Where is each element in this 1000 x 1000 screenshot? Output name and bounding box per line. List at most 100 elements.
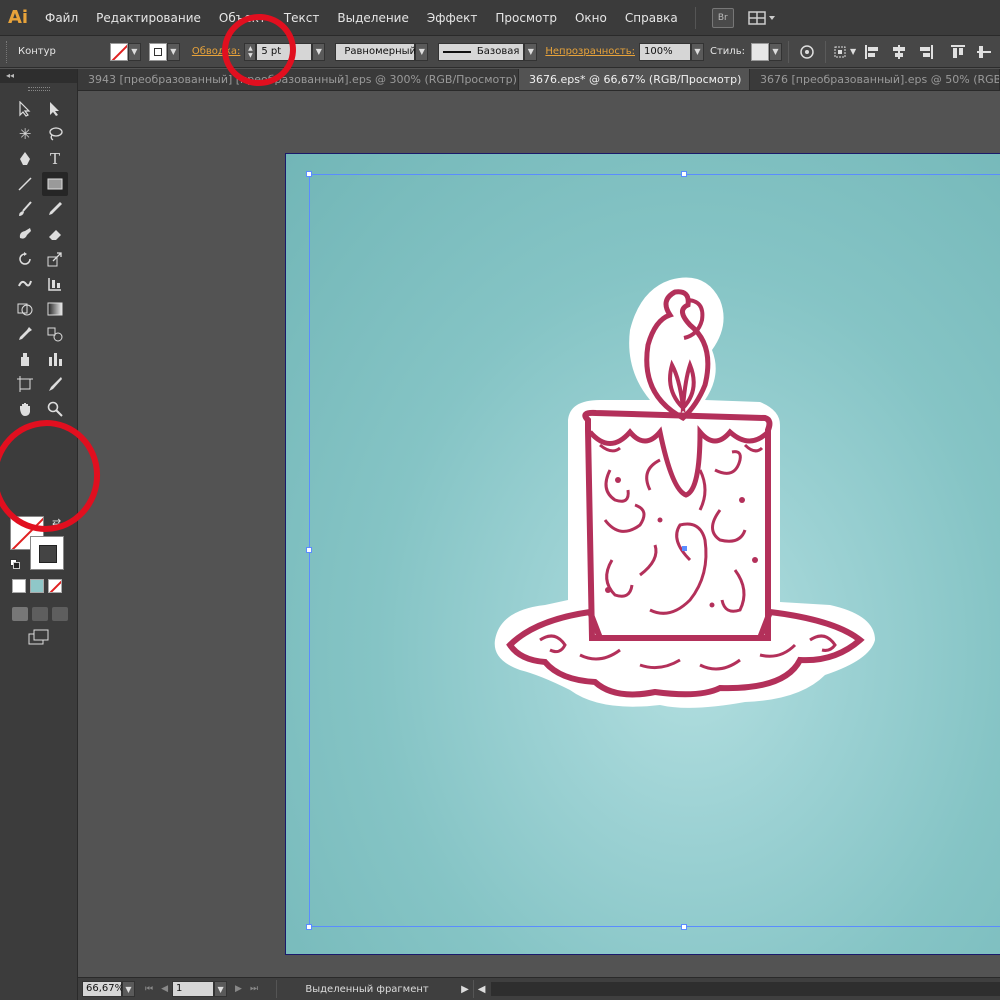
resize-handle-bottom-center[interactable] bbox=[681, 924, 687, 930]
panel-grip bbox=[27, 87, 50, 91]
previous-artboard-icon[interactable]: ◀ bbox=[161, 984, 168, 994]
artboard-number-field[interactable]: 1 bbox=[172, 981, 215, 997]
warp-tool-icon[interactable] bbox=[12, 272, 38, 296]
type-tool-icon[interactable]: T bbox=[42, 147, 68, 171]
gradient-tool-icon[interactable] bbox=[42, 297, 68, 321]
brush-value: Базовая bbox=[476, 46, 520, 57]
blob-brush-tool-icon[interactable] bbox=[12, 222, 38, 246]
tab-document-3676[interactable]: 3676.eps* @ 66,67% (RGB/Просмотр) × bbox=[519, 69, 750, 90]
line-segment-tool-icon[interactable] bbox=[12, 172, 38, 196]
next-artboard-icon[interactable]: ▶ bbox=[235, 984, 242, 994]
menu-select[interactable]: Выделение bbox=[328, 11, 417, 25]
zoom-dropdown[interactable]: ▼ bbox=[122, 981, 135, 997]
chevron-down-icon: ▼ bbox=[415, 42, 429, 61]
symbol-sprayer-tool-icon[interactable] bbox=[12, 347, 38, 371]
opacity-field[interactable]: 100% bbox=[639, 42, 691, 61]
menu-view[interactable]: Просмотр bbox=[486, 11, 566, 25]
chevron-down-icon: ▼ bbox=[524, 42, 538, 61]
none-mode-button[interactable] bbox=[48, 579, 62, 593]
horizontal-scrollbar[interactable] bbox=[491, 982, 1000, 996]
resize-handle-bottom-left[interactable] bbox=[306, 924, 312, 930]
eraser-tool-icon[interactable] bbox=[42, 222, 68, 246]
chevron-down-icon: ▼ bbox=[166, 42, 180, 61]
align-middle-icon[interactable] bbox=[977, 45, 993, 59]
color-mode-buttons bbox=[12, 579, 62, 593]
bridge-button[interactable]: Br bbox=[711, 7, 734, 28]
fill-color-picker[interactable]: ▼ bbox=[109, 42, 141, 61]
pen-tool-icon[interactable] bbox=[12, 147, 38, 171]
menu-window[interactable]: Окно bbox=[566, 11, 616, 25]
draw-normal-icon[interactable] bbox=[12, 607, 28, 621]
align-center-icon[interactable] bbox=[891, 44, 907, 59]
chevron-down-icon: ▼ bbox=[127, 42, 141, 61]
menu-help[interactable]: Справка bbox=[616, 11, 687, 25]
draw-inside-icon[interactable] bbox=[52, 607, 68, 621]
zoom-field[interactable]: 66,67% bbox=[82, 981, 124, 997]
blend-tool-icon[interactable] bbox=[42, 322, 68, 346]
magic-wand-tool-icon[interactable]: ✳ bbox=[12, 122, 38, 146]
menu-edit[interactable]: Редактирование bbox=[87, 11, 210, 25]
control-panel: Контур ▼ ▼ Обводка: ▲ ▼ 5 pt ▼ Равномерны… bbox=[0, 36, 1000, 68]
drawing-modes bbox=[12, 607, 68, 621]
selection-tool-icon[interactable] bbox=[12, 97, 38, 121]
color-mode-button[interactable] bbox=[12, 579, 26, 593]
stroke-weight-dropdown[interactable]: ▼ bbox=[312, 42, 326, 61]
stroke-color-picker[interactable]: ▼ bbox=[148, 42, 180, 61]
status-menu-arrow-icon[interactable]: ▶ bbox=[461, 984, 469, 995]
tab-title: 3676 [преобразованный].eps @ 50% (RGB/Пр… bbox=[760, 73, 999, 86]
variable-width-profile-select[interactable]: Равномерный bbox=[335, 42, 417, 61]
align-left-icon[interactable] bbox=[865, 44, 881, 59]
scroll-left-icon[interactable]: ◀ bbox=[478, 984, 486, 995]
resize-handle-top-center[interactable] bbox=[681, 171, 687, 177]
default-fill-stroke-icon[interactable] bbox=[10, 559, 21, 570]
transform-reference-icon[interactable] bbox=[832, 44, 850, 60]
lasso-tool-icon[interactable] bbox=[42, 122, 68, 146]
status-info-text: Выделенный фрагмент bbox=[305, 983, 429, 995]
free-transform-tool-icon[interactable] bbox=[42, 272, 68, 296]
direct-selection-tool-icon[interactable] bbox=[42, 97, 68, 121]
fill-none-swatch bbox=[109, 42, 128, 61]
paintbrush-tool-icon[interactable] bbox=[12, 197, 38, 221]
artboard-dropdown[interactable]: ▼ bbox=[214, 981, 228, 997]
rectangle-tool-icon[interactable] bbox=[42, 172, 68, 196]
tab-document-3676-converted[interactable]: 3676 [преобразованный].eps @ 50% (RGB/Пр… bbox=[750, 69, 1000, 90]
zoom-tool-icon[interactable] bbox=[42, 397, 68, 421]
gradient-mode-button[interactable] bbox=[30, 579, 44, 593]
pencil-tool-icon[interactable] bbox=[42, 197, 68, 221]
scale-tool-icon[interactable] bbox=[42, 247, 68, 271]
canvas-area[interactable] bbox=[78, 92, 1000, 976]
screen-mode-icon[interactable] bbox=[28, 629, 50, 648]
resize-handle-middle-left[interactable] bbox=[306, 547, 312, 553]
eyedropper-tool-icon[interactable] bbox=[12, 322, 38, 346]
hand-tool-icon[interactable] bbox=[12, 397, 38, 421]
slice-tool-icon[interactable] bbox=[42, 372, 68, 396]
last-artboard-icon[interactable]: ⏭ bbox=[250, 984, 258, 994]
first-artboard-icon[interactable]: ⏮ bbox=[145, 984, 153, 994]
align-right-icon[interactable] bbox=[917, 44, 934, 59]
arrange-documents-button[interactable] bbox=[746, 8, 780, 28]
app-logo: Ai bbox=[7, 7, 29, 28]
shape-builder-tool-icon[interactable] bbox=[12, 297, 38, 321]
rotate-tool-icon[interactable] bbox=[12, 247, 38, 271]
menu-effect[interactable]: Эффект bbox=[418, 11, 487, 25]
opacity-panel-link[interactable]: Непрозрачность: bbox=[545, 46, 635, 57]
recolor-artwork-icon[interactable] bbox=[799, 44, 815, 60]
stroke-swatch bbox=[148, 42, 167, 61]
brush-definition-select[interactable]: Базовая bbox=[438, 42, 525, 61]
arrange-icon bbox=[748, 10, 775, 25]
opacity-dropdown[interactable]: ▼ bbox=[691, 42, 704, 61]
artboard-tool-icon[interactable] bbox=[12, 372, 38, 396]
tools-panel-collapse[interactable]: ◂◂ bbox=[0, 69, 77, 83]
resize-handle-top-left[interactable] bbox=[306, 171, 312, 177]
document-tabs: 3943 [преобразованный] [преобразованный]… bbox=[78, 69, 1000, 91]
align-top-icon[interactable] bbox=[951, 44, 967, 59]
tab-document-3943[interactable]: 3943 [преобразованный] [преобразованный]… bbox=[78, 69, 519, 90]
stroke-swatch[interactable] bbox=[30, 536, 64, 570]
column-graph-tool-icon[interactable] bbox=[42, 347, 68, 371]
draw-behind-icon[interactable] bbox=[32, 607, 48, 621]
menu-file[interactable]: Файл bbox=[36, 11, 87, 25]
profile-value: Равномерный bbox=[344, 46, 417, 57]
status-bar: 66,67% ▼ ⏮ ◀ 1 ▼ ▶ ⏭ Выделенный фрагмент… bbox=[78, 977, 1000, 1000]
graphic-style-swatch[interactable] bbox=[750, 42, 769, 61]
selection-bounding-box[interactable] bbox=[309, 174, 1000, 927]
